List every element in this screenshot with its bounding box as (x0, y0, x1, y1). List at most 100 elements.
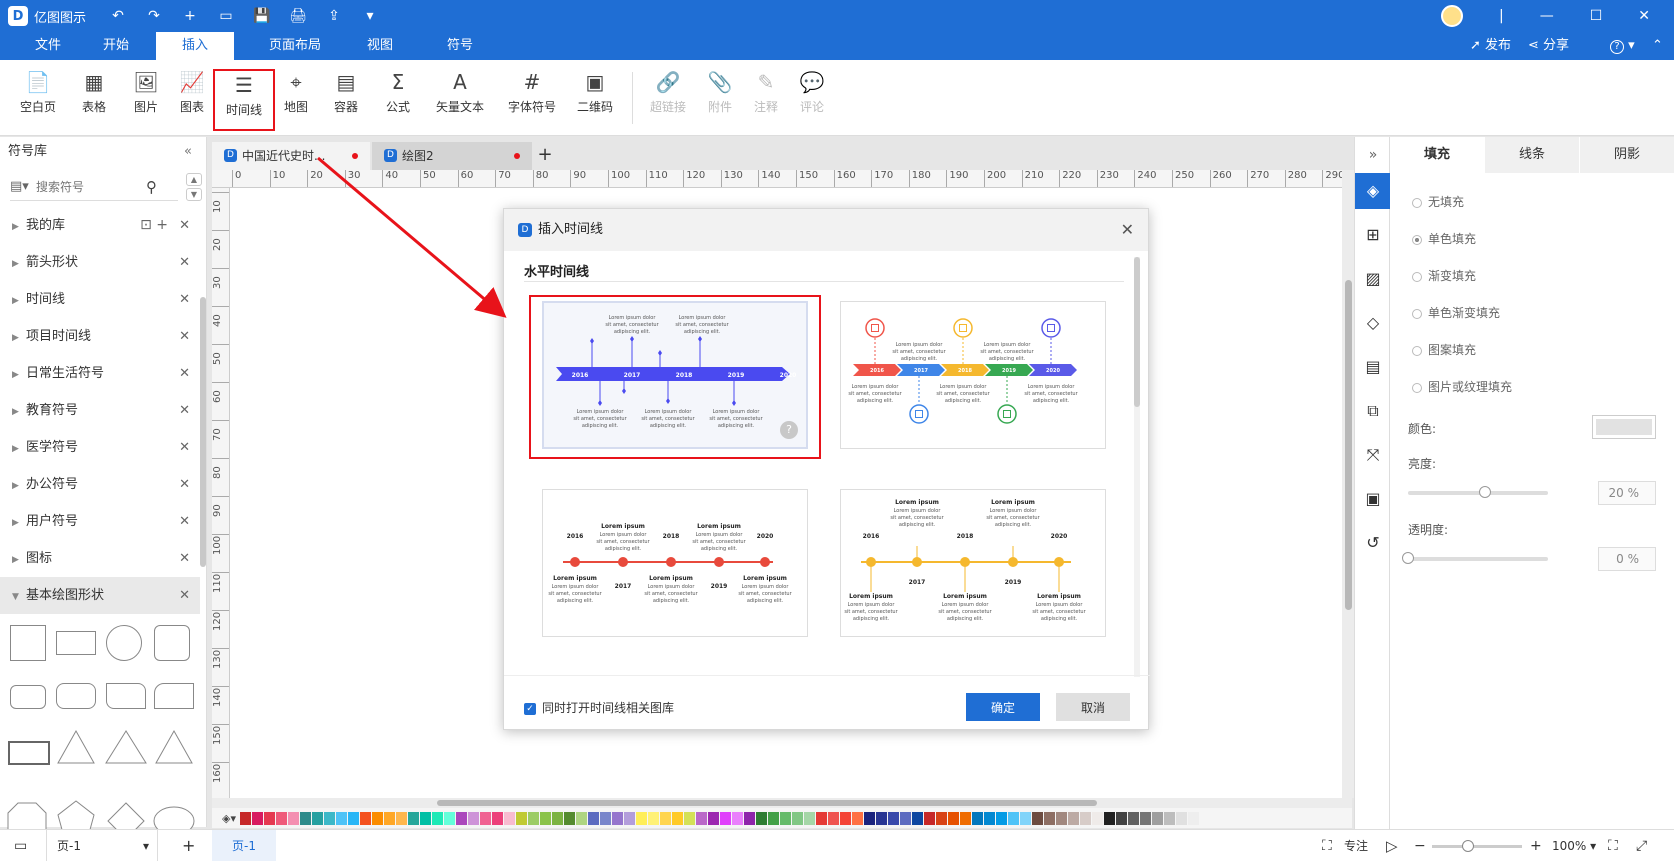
history-icon[interactable]: ↺ (1355, 525, 1391, 561)
save-icon[interactable]: 💾 (252, 8, 272, 24)
color-swatch[interactable] (480, 811, 491, 825)
comment-button[interactable]: 💬 评论 (784, 68, 840, 130)
library-item-daily-life[interactable]: ▶ 日常生活符号 ✕ (0, 355, 200, 392)
color-swatch[interactable] (696, 811, 707, 825)
shape-snip-rect[interactable] (106, 683, 146, 709)
color-swatch[interactable] (1164, 811, 1175, 825)
color-swatch[interactable] (864, 811, 875, 825)
color-swatch[interactable] (1116, 811, 1127, 825)
close-icon[interactable]: ✕ (179, 540, 190, 577)
color-swatch[interactable] (444, 811, 455, 825)
color-swatch[interactable] (756, 811, 767, 825)
transparency-slider[interactable] (1402, 552, 1548, 564)
image-panel-icon[interactable]: ▨ (1355, 261, 1391, 297)
color-swatch[interactable] (468, 811, 479, 825)
color-swatch[interactable] (660, 811, 671, 825)
menu-tab-page-layout[interactable]: 页面布局 (250, 32, 340, 60)
menu-tab-insert[interactable]: 插入 (156, 32, 234, 60)
transparency-knob[interactable] (1402, 552, 1414, 564)
shape-right-triangle[interactable] (105, 730, 147, 764)
color-swatch[interactable] (1020, 811, 1031, 825)
close-icon[interactable]: ✕ (179, 244, 190, 281)
color-swatch[interactable] (276, 811, 287, 825)
undo-icon[interactable]: ↶ (108, 8, 128, 24)
map-button[interactable]: ⌖ 地图 (268, 68, 324, 130)
menu-tab-symbol[interactable]: 符号 (430, 32, 490, 60)
color-swatch[interactable] (900, 811, 911, 825)
color-swatch[interactable] (432, 811, 443, 825)
hyperlink-button[interactable]: 🔗 超链接 (640, 68, 696, 130)
play-icon[interactable]: ▷ (1386, 830, 1398, 861)
color-swatch[interactable] (516, 811, 527, 825)
brightness-slider[interactable] (1408, 486, 1548, 498)
color-swatch[interactable] (768, 811, 779, 825)
library-item-arrows[interactable]: ▶ 箭头形状 ✕ (0, 244, 200, 281)
formula-button[interactable]: Σ 公式 (370, 68, 426, 130)
redo-icon[interactable]: ↷ (144, 8, 164, 24)
page-view-icon[interactable]: ▭ (14, 830, 27, 861)
publish-button[interactable]: ➚ 发布 (1470, 32, 1511, 60)
color-swatch[interactable] (372, 811, 383, 825)
color-swatch[interactable] (288, 811, 299, 825)
collapse-panel-icon[interactable]: « (184, 137, 192, 167)
color-swatch[interactable] (1104, 811, 1115, 825)
share-button[interactable]: ⋖ 分享 (1528, 32, 1569, 60)
color-swatch[interactable] (1188, 811, 1199, 825)
close-icon[interactable]: ✕ (179, 392, 190, 429)
color-swatch[interactable] (852, 811, 863, 825)
color-swatch[interactable] (648, 811, 659, 825)
color-swatch[interactable] (720, 811, 731, 825)
color-swatch[interactable] (972, 811, 983, 825)
menu-tab-file[interactable]: 文件 (18, 32, 78, 60)
timeline-button[interactable]: ☰ 时间线 (213, 69, 275, 131)
dialog-close-icon[interactable]: ✕ (1121, 209, 1134, 251)
color-swatch[interactable] (732, 811, 743, 825)
menu-tab-home[interactable]: 开始 (86, 32, 146, 60)
close-window-button[interactable]: ✕ (1638, 8, 1650, 24)
close-icon[interactable]: ✕ (179, 503, 190, 540)
shape-square[interactable] (10, 625, 46, 661)
color-swatch[interactable] (552, 811, 563, 825)
search-icon[interactable]: ⚲ (146, 178, 157, 196)
focus-label[interactable]: 专注 (1344, 830, 1368, 861)
fill-panel-icon[interactable]: ◈ (1355, 173, 1391, 209)
color-swatch[interactable] (540, 811, 551, 825)
scroll-down-icon[interactable]: ▼ (186, 188, 202, 201)
library-item-medical[interactable]: ▶ 医学符号 ✕ (0, 429, 200, 466)
library-item-education[interactable]: ▶ 教育符号 ✕ (0, 392, 200, 429)
grid-icon[interactable]: ⊞ (1355, 217, 1391, 253)
doc-tab-history[interactable]: D 中国近代史时... (212, 142, 370, 170)
print-icon[interactable]: 🖨 (288, 8, 308, 24)
add-tab-button[interactable]: + (534, 142, 556, 170)
radio-gradient-fill[interactable]: 渐变填充 (1412, 267, 1476, 284)
dialog-scrollbar[interactable] (1134, 257, 1140, 677)
search-input[interactable] (36, 179, 146, 194)
color-swatch[interactable] (828, 811, 839, 825)
cancel-button[interactable]: 取消 (1056, 693, 1130, 721)
shape-rounded-rect[interactable] (10, 685, 46, 709)
shape-rounded-rect-2[interactable] (56, 683, 96, 709)
transparency-input[interactable]: 0 % (1598, 547, 1656, 571)
close-icon[interactable]: ✕ (179, 429, 190, 466)
avatar[interactable] (1440, 5, 1463, 27)
open-folder-icon[interactable]: ▭ (216, 8, 236, 24)
color-swatch[interactable] (612, 811, 623, 825)
radio-no-fill[interactable]: 无填充 (1412, 193, 1464, 210)
shape-circle[interactable] (106, 625, 142, 661)
container-button[interactable]: ▤ 容器 (318, 68, 374, 130)
color-swatch[interactable] (1068, 811, 1079, 825)
add-page-icon[interactable]: + (182, 830, 195, 861)
color-swatch[interactable] (360, 811, 371, 825)
brightness-input[interactable]: 20 % (1598, 481, 1656, 505)
layers-icon[interactable]: ◇ (1355, 305, 1391, 341)
color-swatch[interactable] (1200, 811, 1211, 825)
color-swatch[interactable] (1032, 811, 1043, 825)
color-swatch[interactable] (300, 811, 311, 825)
color-swatch[interactable] (792, 811, 803, 825)
library-item-timeline[interactable]: ▶ 时间线 ✕ (0, 281, 200, 318)
color-swatch[interactable] (1008, 811, 1019, 825)
table-button[interactable]: ▦ 表格 (66, 68, 122, 130)
vector-text-button[interactable]: A 矢量文本 (428, 68, 492, 130)
minimize-button[interactable]: — (1540, 8, 1554, 24)
scroll-thumb[interactable] (1345, 280, 1352, 610)
